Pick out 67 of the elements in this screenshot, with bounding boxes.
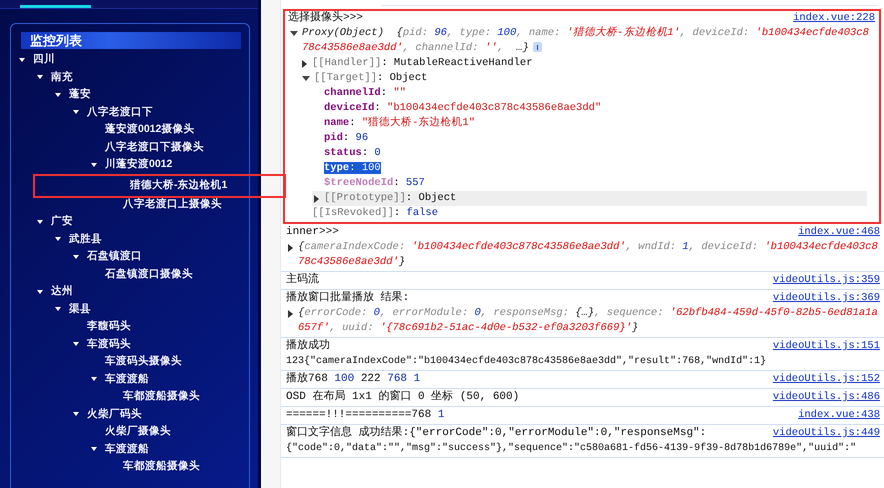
source-link[interactable]: index.vue:468 [798,225,880,240]
property-line: {cameraIndexCode: 'b100434ecfde403c878c43586e8ae3dd', wndId: 1, deviceId: 'b100434ecfde403c878c43586e8ae3dd'} [298,240,879,270]
object-preview: Proxy(Object) {pid: 96, type: 100, name: '猎德大桥-东边枪机1', deviceId: 'b100434ecfde403c878c43586e8ae3dd', channelId: '', …} [302,26,870,56]
log-message: 播放窗口批量播放 结果: [286,291,410,306]
hovered-row[interactable]: [[Prototype]]: Object [312,191,867,206]
property-line: pid: 96 [324,131,368,146]
tree-item[interactable]: 火柴厂摄像头 [11,423,249,440]
source-link[interactable]: videoUtils.js:369 [772,291,880,306]
caret-icon[interactable] [290,31,298,36]
log-message: 播放成功 [286,339,331,354]
log-message: {"code":0,"data":"","msg":"success"},"sequence":"c580a681-fd56-4139-9f39-8d78b1d6789e","uuid":" [286,442,858,456]
log-message: 主码流 [286,273,320,288]
log-message: 窗口文字信息 成功结果:{"errorCode":0,"errorModule":0,"responseMsg": [286,426,708,441]
property-line: name: "猎德大桥-东边枪机1" [324,116,476,131]
tree-item[interactable]: 武胜县 [11,230,249,248]
tree-item[interactable]: 车都渡船摄像头 [11,388,249,406]
caret-icon[interactable] [302,76,310,81]
tree-item[interactable]: 石盘镇渡口摄像头 [11,266,249,283]
tree-item[interactable]: 车渡渡船 [11,370,249,388]
tree-item[interactable]: 八字老渡口下摄像头 [11,138,249,156]
log-message: 选择摄像头>>> [288,11,364,26]
tree-item[interactable]: 蓬安渡0012摄像头 [11,121,249,138]
tree-item[interactable]: 火柴厂码头 [11,406,249,423]
tree-item[interactable]: 南充 [11,68,249,86]
tree-item[interactable]: 李馥码头 [11,318,249,336]
source-link[interactable]: videoUtils.js:151 [772,339,880,354]
log-message: OSD 在布局 1x1 的窗口 0 坐标 (50, 600) [286,390,520,405]
tree-item[interactable]: 石盘镇渡口 [11,248,249,266]
log-message: ======!!!==========768 1 [286,408,446,423]
source-link[interactable]: videoUtils.js:359 [772,273,880,288]
tree-item[interactable]: 达州 [11,283,249,300]
tree-item[interactable]: 车都渡船摄像头 [11,458,249,476]
caret-icon[interactable] [288,244,293,252]
tree-item[interactable]: 车渡码头摄像头 [11,353,249,370]
log-message: inner>>> [286,225,340,240]
log-message: 123{"cameraIndexCode":"b100434ecfde403c878c43586e8ae3dd","result":768,"wndId":1} [286,354,768,369]
tree-item[interactable]: 车渡渡船 [11,440,249,458]
tree-item[interactable]: 车渡码头 [11,336,249,353]
property-line: deviceId: "b100434ecfde403c878c43586e8ae3dd" [324,101,602,116]
active-tab-indicator [20,5,91,8]
tree-item[interactable]: 川蓬安渡0012 [11,156,249,174]
property-line: $treeNodeId: 557 [324,176,425,191]
caret-icon[interactable] [288,310,293,318]
panel-title: 监控列表 [21,32,241,49]
tree-item[interactable]: 渠县 [11,300,249,318]
tree-item[interactable]: 蓬安 [11,86,249,104]
source-link[interactable]: videoUtils.js:486 [772,390,880,405]
tree-item[interactable]: 猎德大桥-东边枪机1 [33,174,286,198]
tree-item[interactable]: 广安 [11,213,249,230]
property-line: [[Prototype]]: Object [324,191,456,206]
property-line: channelId: "" [324,86,406,101]
source-link[interactable]: videoUtils.js:152 [772,372,880,387]
property-line: [[Handler]]: MutableReactiveHandler [312,56,533,71]
log-message: 播放768 100 222 768 1 [286,372,422,387]
caret-icon[interactable] [302,60,307,68]
property-line: [[IsRevoked]]: false [312,206,438,221]
source-link[interactable]: index.vue:228 [793,11,875,26]
source-link[interactable]: videoUtils.js:449 [772,426,880,441]
tree-item[interactable]: 八字老渡口下 [11,104,249,121]
property-line: status: 0 [324,146,381,161]
tree-item[interactable]: 四川 [11,51,249,68]
property-line: {errorCode: 0, errorModule: 0, responseMsg: {…}, sequence: '62bfb484-459d-45f0-82b5-6ed81a1a657f', uuid: '{78c691b2-51ac-4d0e-b532-ef0a3203f669}'} [298,306,879,336]
tree-item[interactable]: 八字老渡口上摄像头 [11,196,249,213]
property-line: [[Target]]: Object [314,71,428,86]
caret-icon[interactable] [314,195,319,203]
source-link[interactable]: index.vue:438 [798,408,880,423]
info-icon[interactable] [532,42,542,52]
